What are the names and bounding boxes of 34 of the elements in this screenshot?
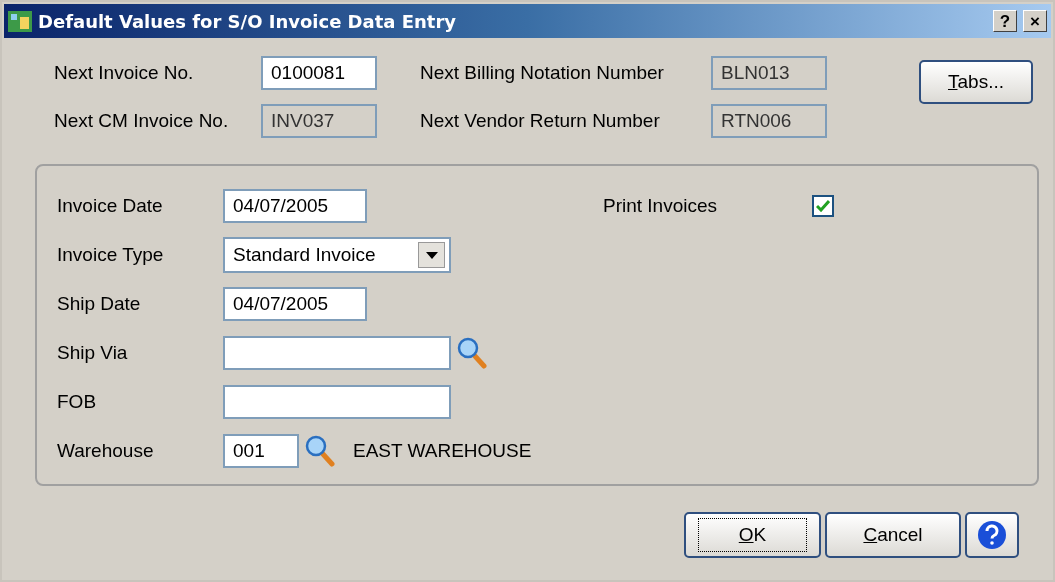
caret-icon — [425, 251, 438, 259]
field-label: Print Invoices — [603, 195, 718, 217]
close-button[interactable]: × — [1023, 10, 1047, 32]
input-field[interactable]: 001 — [223, 434, 299, 468]
field-label: Ship Date — [57, 293, 142, 315]
field-label: Invoice Type — [57, 244, 165, 266]
dropdown[interactable]: Standard Invoice — [223, 237, 451, 273]
cancel-button[interactable]: Cancel — [825, 512, 961, 558]
checkbox[interactable] — [812, 195, 835, 217]
input-field[interactable]: 04/07/2005 — [223, 287, 367, 321]
field-label: Ship Via — [57, 342, 129, 364]
input-field[interactable]: 04/07/2005 — [223, 189, 367, 223]
window-title: Default Values for S/O Invoice Data Entry — [38, 10, 458, 32]
checkmark-icon — [816, 200, 831, 212]
dropdown-arrow-button[interactable] — [418, 242, 445, 268]
field-label: Next Invoice No. — [54, 62, 195, 84]
question-mark-icon — [977, 520, 1007, 550]
field-label: Invoice Date — [57, 195, 164, 217]
help-button[interactable]: ? — [993, 10, 1017, 32]
field-label: Next Billing Notation Number — [420, 62, 665, 84]
field-label: Warehouse — [57, 440, 155, 462]
tabs-button[interactable]: Tabs... — [919, 60, 1033, 104]
input-field[interactable] — [223, 336, 451, 370]
field-label: Next Vendor Return Number — [420, 110, 661, 132]
warehouse-description: EAST WAREHOUSE — [353, 440, 532, 462]
input-field[interactable] — [223, 385, 451, 419]
magnifier-icon[interactable] — [305, 435, 335, 467]
app-icon — [8, 9, 32, 33]
input-field[interactable]: 0100081 — [261, 56, 377, 90]
field-label: FOB — [57, 391, 98, 413]
magnifier-icon[interactable] — [457, 337, 487, 369]
field-label: Next CM Invoice No. — [54, 110, 230, 132]
ok-button[interactable]: OK — [684, 512, 821, 558]
help-button[interactable] — [965, 512, 1019, 558]
